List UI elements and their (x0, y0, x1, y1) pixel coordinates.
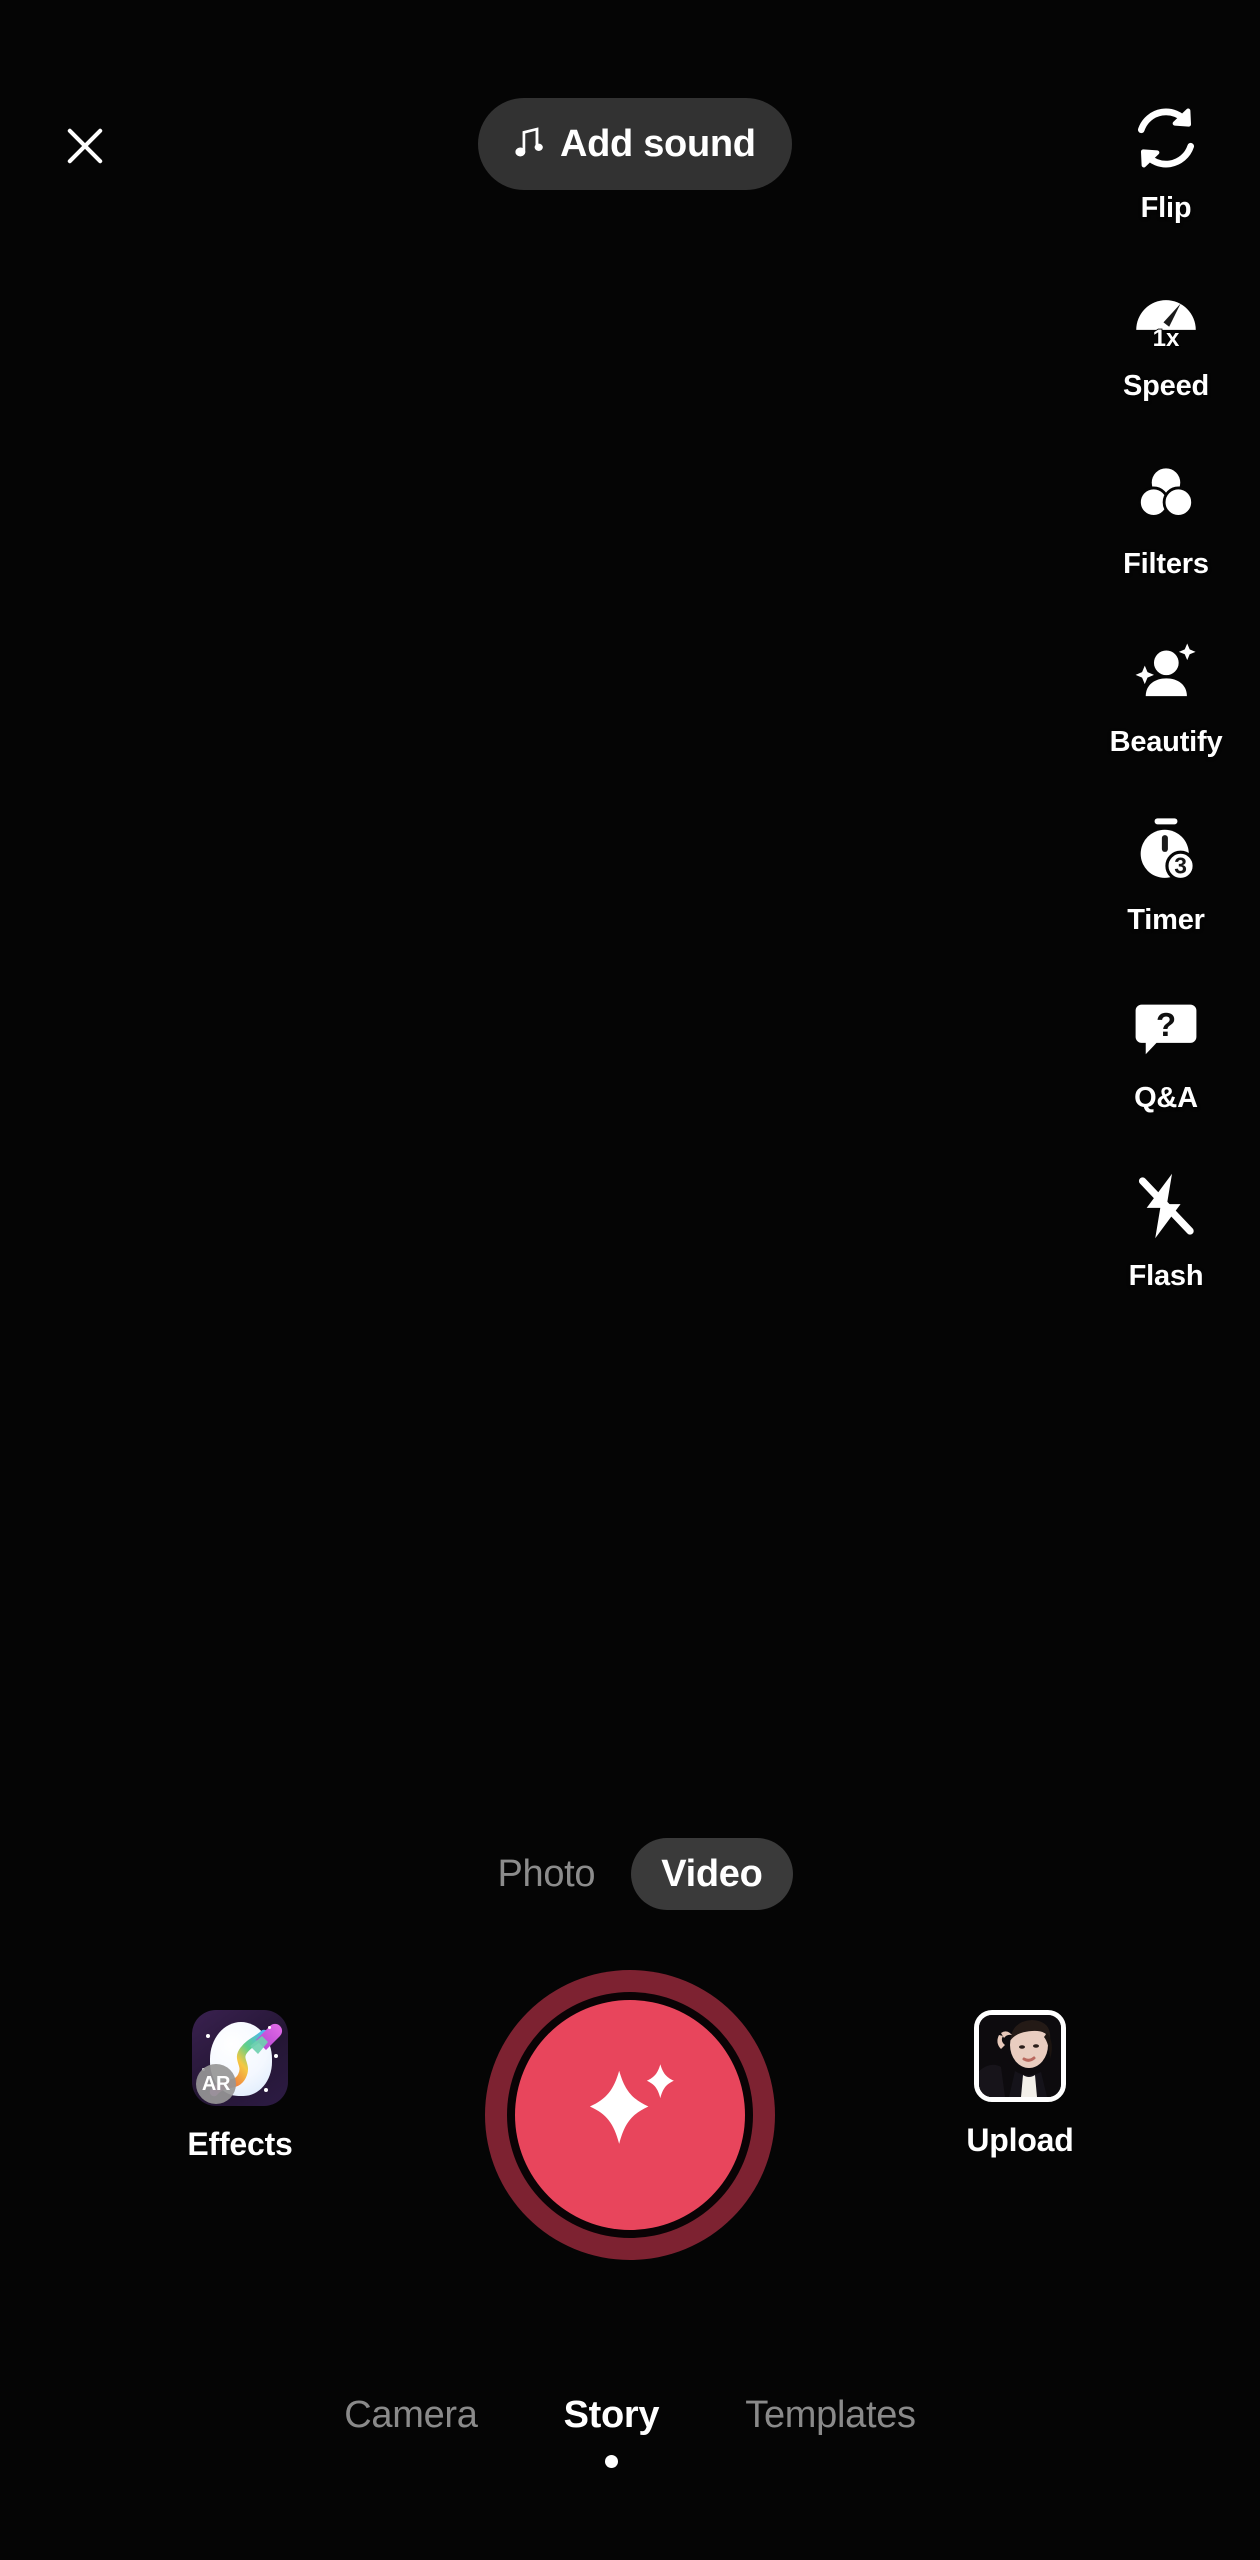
add-sound-label: Add sound (560, 122, 756, 165)
capture-mode-toggle: Photo Video (0, 1838, 1260, 1910)
rail-label-flip: Flip (1140, 192, 1192, 224)
record-button[interactable] (485, 1970, 775, 2260)
close-icon (59, 120, 111, 177)
add-sound-button[interactable]: Add sound (478, 98, 792, 190)
flip-camera-icon (1124, 96, 1208, 180)
gallery-thumbnail-icon (974, 2010, 1066, 2102)
rail-item-beautify[interactable]: Beautify (1072, 630, 1260, 808)
effects-label: Effects (187, 2126, 293, 2162)
rail-item-qa[interactable]: ? Q&A (1072, 986, 1260, 1164)
mode-option-photo-label: Photo (497, 1852, 596, 1895)
rail-item-filters[interactable]: Filters (1072, 452, 1260, 630)
ar-effects-icon: AR (192, 2010, 288, 2106)
sparkle-icon (565, 2048, 695, 2183)
rail-item-speed[interactable]: 1x Speed (1072, 274, 1260, 452)
bottom-tab-bar: Camera Story Templates (0, 2388, 1260, 2474)
tab-camera-label: Camera (344, 2394, 478, 2436)
rail-item-timer[interactable]: 3 Timer (1072, 808, 1260, 986)
svg-text:?: ? (1156, 1006, 1176, 1043)
beautify-icon (1124, 630, 1208, 714)
tab-camera[interactable]: Camera (340, 2388, 481, 2474)
flash-off-icon (1124, 1164, 1208, 1248)
capture-controls-row: AR Effects Upload (0, 1970, 1260, 2270)
rail-item-flip[interactable]: Flip (1072, 96, 1260, 274)
timer-icon: 3 (1124, 808, 1208, 892)
tab-templates[interactable]: Templates (741, 2388, 920, 2474)
rail-label-qa: Q&A (1134, 1082, 1198, 1114)
filters-icon (1124, 452, 1208, 536)
rail-label-speed: Speed (1122, 370, 1210, 402)
tab-story-indicator (604, 2455, 618, 2468)
upload-button[interactable]: Upload (920, 2010, 1120, 2159)
rail-item-flash[interactable]: Flash (1072, 1164, 1260, 1342)
speedometer-icon: 1x (1124, 274, 1208, 358)
close-button[interactable] (47, 110, 123, 186)
rail-label-beautify: Beautify (1109, 726, 1223, 758)
tab-templates-label: Templates (745, 2394, 916, 2436)
svg-text:1x: 1x (1153, 325, 1180, 352)
camera-screen: Add sound Flip 1x Speed Filters Beautify… (0, 0, 1260, 2560)
effects-button[interactable]: AR Effects (140, 2010, 340, 2163)
mode-option-photo[interactable]: Photo (467, 1838, 625, 1910)
rail-label-flash: Flash (1128, 1260, 1204, 1292)
mode-option-video-label: Video (661, 1852, 763, 1895)
upload-label: Upload (966, 2122, 1074, 2158)
tab-story[interactable]: Story (560, 2388, 664, 2474)
rail-label-filters: Filters (1123, 548, 1209, 580)
music-note-icon (508, 121, 546, 168)
tab-story-label: Story (563, 2394, 660, 2436)
mode-option-video[interactable]: Video (631, 1838, 793, 1910)
record-inner-circle (515, 2000, 745, 2230)
question-bubble-icon: ? (1124, 986, 1208, 1070)
rail-label-timer: Timer (1127, 904, 1205, 936)
ar-badge: AR (196, 2064, 236, 2104)
svg-text:3: 3 (1174, 852, 1187, 878)
camera-tools-rail: Flip 1x Speed Filters Beautify 3 Timer ?… (1072, 96, 1260, 1342)
